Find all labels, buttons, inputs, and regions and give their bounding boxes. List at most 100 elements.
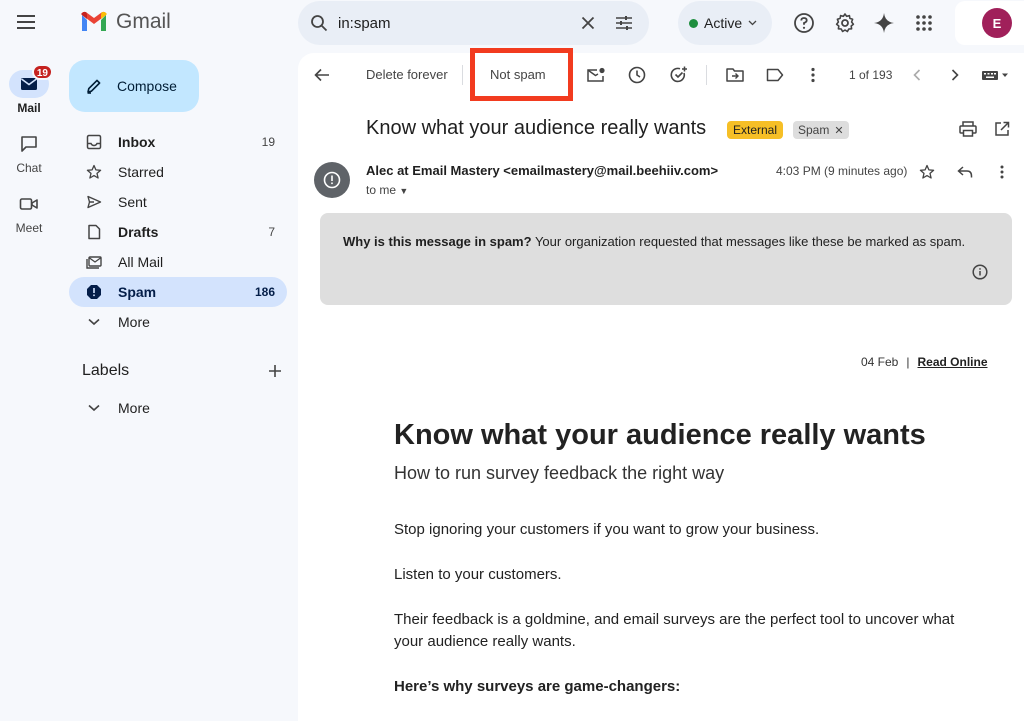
compose-button[interactable]: Compose	[69, 60, 199, 112]
body-paragraph: Stop ignoring your customers if you want…	[394, 521, 820, 538]
status-indicator[interactable]: Active	[678, 1, 772, 45]
print-all-button[interactable]	[956, 118, 980, 140]
gemini-button[interactable]	[871, 10, 897, 36]
star-icon	[86, 164, 102, 180]
move-to-button[interactable]	[723, 64, 747, 86]
back-to-spam-button[interactable]	[310, 64, 334, 86]
sender-avatar[interactable]	[314, 162, 350, 198]
plus-icon	[268, 364, 282, 378]
nav-item-starred[interactable]: Starred	[69, 157, 287, 187]
info-icon[interactable]	[972, 264, 988, 280]
gmail-logo[interactable]: Gmail	[80, 10, 171, 34]
labels-more-button[interactable]: More	[69, 393, 287, 423]
nav-item-sent[interactable]: Sent	[69, 187, 287, 217]
mark-unread-button[interactable]	[584, 64, 608, 86]
label-tag-icon	[766, 68, 784, 82]
reply-arrow-icon	[957, 165, 973, 179]
chevron-down-icon	[748, 20, 757, 26]
clock-icon	[628, 66, 646, 84]
search-options-button[interactable]	[611, 10, 637, 36]
pencil-icon	[85, 77, 103, 95]
message-timestamp: 4:03 PM (9 minutes ago)	[776, 164, 908, 178]
folder-move-icon	[726, 67, 744, 83]
more-vertical-icon	[811, 67, 815, 83]
newsletter-subtitle: How to run survey feedback the right way	[394, 463, 725, 483]
inbox-icon	[86, 134, 102, 150]
compose-label: Compose	[117, 78, 177, 94]
search-input[interactable]	[338, 14, 565, 32]
all-mail-icon	[86, 254, 102, 270]
newsletter-date: 04 Feb	[861, 355, 899, 369]
message-more-button[interactable]	[990, 161, 1014, 183]
labels-button[interactable]	[763, 64, 787, 86]
settings-button[interactable]	[832, 10, 858, 36]
account-switcher[interactable]: E	[955, 1, 1024, 45]
body-paragraph: Listen to your customers.	[394, 566, 562, 583]
chevron-right-icon	[951, 69, 959, 81]
spam-label-chip[interactable]: Spam ✕	[793, 121, 849, 139]
toolbar-divider	[706, 65, 707, 85]
external-link-icon	[994, 121, 1010, 137]
left-rail: 19 Mail Chat Meet	[0, 0, 58, 721]
recipient-details[interactable]: to me ▼	[366, 183, 408, 197]
read-online-link[interactable]: Read Online	[917, 355, 987, 369]
close-icon	[581, 16, 595, 30]
avatar: E	[982, 8, 1012, 38]
chevron-down-icon	[86, 314, 102, 330]
open-new-window-button[interactable]	[990, 118, 1014, 140]
nav-item-all-mail[interactable]: All Mail	[69, 247, 287, 277]
input-tools-button[interactable]	[979, 64, 1013, 86]
star-message-button[interactable]	[915, 161, 939, 183]
folder-nav: Inbox 19 Starred Sent Drafts 7 All Mail …	[69, 127, 287, 337]
date-separator: |	[906, 355, 910, 369]
pagination-count: 1 of 193	[849, 68, 893, 82]
gmail-m-logo-icon	[80, 11, 108, 33]
more-actions-button[interactable]	[801, 64, 825, 86]
add-to-tasks-button[interactable]	[667, 64, 691, 86]
support-button[interactable]	[791, 10, 817, 36]
search-icon[interactable]	[310, 14, 328, 32]
sender-name[interactable]: Alec at Email Mastery <emailmastery@mail…	[366, 163, 718, 178]
rail-item-mail[interactable]: 19 Mail	[0, 64, 58, 115]
sparkle-icon	[873, 12, 895, 34]
task-add-icon	[670, 66, 688, 84]
main-menu-button[interactable]	[13, 10, 41, 34]
more-vertical-icon	[1000, 165, 1004, 179]
draft-file-icon	[86, 224, 102, 240]
remove-label-icon[interactable]: ✕	[834, 125, 843, 137]
nav-count-inbox: 19	[261, 135, 275, 149]
rail-item-chat[interactable]: Chat	[0, 130, 58, 175]
nav-item-more[interactable]: More	[69, 307, 287, 337]
send-icon	[86, 194, 102, 210]
nav-item-inbox[interactable]: Inbox 19	[69, 127, 287, 157]
recipient-text: to me	[366, 183, 397, 197]
snooze-button[interactable]	[625, 64, 649, 86]
newsletter-date-line: 04 Feb | Read Online	[861, 355, 988, 369]
nav-count-spam: 186	[254, 285, 275, 299]
apps-launcher-button[interactable]	[911, 10, 937, 36]
active-status-dot	[689, 18, 698, 28]
hamburger-menu-icon	[17, 14, 37, 30]
toolbar-divider	[462, 65, 463, 85]
message-toolbar: Delete forever Not spam 1 of 193	[298, 48, 1024, 101]
older-button[interactable]	[943, 64, 967, 86]
nav-count-drafts: 7	[268, 225, 275, 239]
nav-item-spam[interactable]: Spam 186	[69, 277, 287, 307]
chevron-down-icon: ▼	[399, 186, 409, 196]
create-label-button[interactable]	[268, 364, 282, 378]
delete-forever-button[interactable]: Delete forever	[366, 67, 448, 82]
external-label-badge: External	[727, 121, 784, 139]
rail-item-meet[interactable]: Meet	[0, 190, 58, 235]
filter-sliders-icon	[615, 15, 633, 31]
printer-icon	[959, 121, 977, 137]
not-spam-highlight-box	[470, 48, 573, 101]
search-bar	[298, 1, 649, 45]
reply-button[interactable]	[953, 161, 977, 183]
clear-search-button[interactable]	[575, 10, 601, 36]
rail-label-meet: Meet	[15, 221, 43, 235]
newer-button[interactable]	[905, 64, 929, 86]
nav-label-inbox: Inbox	[118, 134, 156, 150]
rail-label-chat: Chat	[16, 161, 42, 175]
nav-item-drafts[interactable]: Drafts 7	[69, 217, 287, 247]
nav-label-sent: Sent	[118, 194, 147, 210]
